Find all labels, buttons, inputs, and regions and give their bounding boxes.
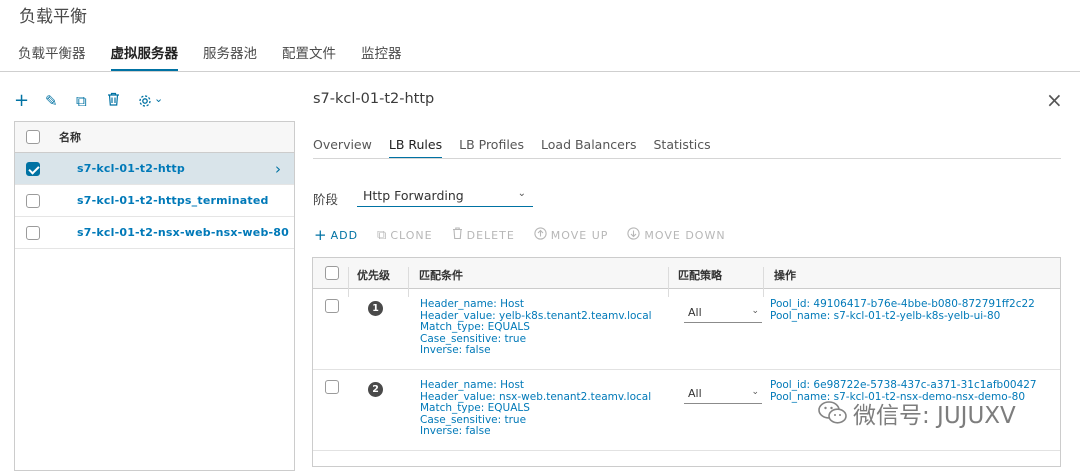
- priority-badge: 2: [368, 382, 383, 397]
- row-checkbox[interactable]: [325, 380, 339, 394]
- tab-statistics[interactable]: Statistics: [653, 137, 710, 159]
- delete-icon: [452, 227, 463, 243]
- phase-select[interactable]: Http Forwarding ⌄: [357, 185, 533, 207]
- virtual-server-name[interactable]: s7-kcl-01-t2-https_terminated: [77, 194, 269, 207]
- move-down-button[interactable]: MOVE DOWN: [627, 226, 725, 244]
- close-icon[interactable]: ×: [1046, 88, 1063, 112]
- tabs-divider: [0, 71, 1080, 72]
- column-action-header: 操作: [774, 269, 796, 282]
- column-priority-header: 优先级: [357, 269, 390, 282]
- row-checkbox[interactable]: [26, 193, 40, 208]
- add-icon[interactable]: +: [14, 90, 45, 111]
- page-title: 负载平衡: [19, 7, 87, 27]
- tab-lb-profiles[interactable]: LB Profiles: [459, 137, 524, 159]
- chevron-down-icon: ⌄: [517, 188, 526, 199]
- add-rule-button[interactable]: + ADD: [314, 226, 358, 244]
- arrow-down-circle-icon: [627, 226, 641, 244]
- virtual-server-list: 名称 s7-kcl-01-t2-http › s7-kcl-01-t2-http…: [14, 121, 295, 471]
- select-all-checkbox[interactable]: [26, 130, 40, 144]
- settings-dropdown[interactable]: ⌄: [138, 92, 164, 108]
- virtual-server-name[interactable]: s7-kcl-01-t2-nsx-web-nsx-web-80: [77, 226, 289, 239]
- arrow-up-circle-icon: [534, 226, 547, 244]
- match-condition: Header_name: Host Header_value: yelb-k8s…: [420, 298, 652, 356]
- tab-monitors[interactable]: 监控器: [361, 42, 402, 72]
- detail-title: s7-kcl-01-t2-http: [313, 91, 435, 107]
- chevron-right-icon[interactable]: ›: [275, 160, 281, 178]
- main-tabs: 负载平衡器 虚拟服务器 服务器池 配置文件 监控器: [18, 42, 427, 72]
- watermark-text: 微信号: JUJUXV: [853, 403, 1016, 429]
- match-strategy-select[interactable]: All ⌄: [684, 384, 762, 404]
- priority-badge: 1: [368, 301, 383, 316]
- list-item[interactable]: s7-kcl-01-t2-http ›: [15, 153, 294, 185]
- virtual-server-name[interactable]: s7-kcl-01-t2-http: [77, 162, 185, 175]
- delete-rule-button[interactable]: DELETE: [452, 227, 515, 243]
- clone-icon[interactable]: ⧉: [76, 92, 107, 110]
- table-header: 优先级 匹配条件 匹配策略 操作: [313, 258, 1060, 297]
- match-strategy-select[interactable]: All ⌄: [684, 303, 762, 323]
- chevron-down-icon: ⌄: [751, 306, 759, 316]
- tab-overview[interactable]: Overview: [313, 137, 372, 159]
- gear-icon: [139, 94, 151, 107]
- detail-tabs: Overview LB Rules LB Profiles Load Balan…: [313, 137, 728, 159]
- wechat-icon: [818, 401, 847, 424]
- clone-rule-button[interactable]: ⧉ CLONE: [377, 228, 433, 243]
- select-all-checkbox[interactable]: [325, 266, 339, 280]
- tab-virtual-servers[interactable]: 虚拟服务器: [110, 42, 178, 72]
- edit-icon[interactable]: ✎: [45, 92, 76, 110]
- rule-action: Pool_id: 49106417-b76e-4bbe-b080-872791f…: [770, 298, 1035, 322]
- chevron-down-icon: ⌄: [154, 92, 164, 105]
- watermark: 微信号: JUJUXV: [818, 396, 1016, 430]
- detail-tabs-divider: [313, 158, 1061, 159]
- phase-value: Http Forwarding: [363, 188, 464, 203]
- row-checkbox[interactable]: [26, 225, 40, 240]
- lb-rules-table: 优先级 匹配条件 匹配策略 操作 1 Header_name: Host Hea…: [312, 257, 1061, 467]
- table-row[interactable]: 1 Header_name: Host Header_value: yelb-k…: [313, 289, 1060, 370]
- list-item[interactable]: s7-kcl-01-t2-https_terminated: [15, 185, 294, 217]
- clone-icon: ⧉: [377, 227, 387, 243]
- list-toolbar: + ✎ ⧉ ⌄: [14, 90, 163, 111]
- tab-load-balancers-detail[interactable]: Load Balancers: [541, 137, 636, 159]
- move-up-button[interactable]: MOVE UP: [534, 226, 609, 244]
- plus-icon: +: [314, 226, 327, 244]
- list-item[interactable]: s7-kcl-01-t2-nsx-web-nsx-web-80: [15, 217, 294, 249]
- tab-lb-rules[interactable]: LB Rules: [388, 137, 443, 159]
- tab-load-balancers[interactable]: 负载平衡器: [18, 42, 86, 72]
- column-match-condition-header: 匹配条件: [419, 269, 463, 282]
- column-match-strategy-header: 匹配策略: [678, 269, 722, 282]
- rule-actions: + ADD ⧉ CLONE DELETE MOVE UP MOVE DOWN: [314, 226, 745, 244]
- row-checkbox[interactable]: [26, 161, 40, 176]
- column-name-header: 名称: [59, 131, 81, 144]
- row-checkbox[interactable]: [325, 299, 339, 313]
- delete-icon[interactable]: [107, 92, 138, 110]
- chevron-down-icon: ⌄: [751, 387, 759, 397]
- match-condition: Header_name: Host Header_value: nsx-web.…: [420, 379, 652, 437]
- list-header: 名称: [15, 122, 294, 153]
- tab-profiles[interactable]: 配置文件: [282, 42, 336, 72]
- phase-label: 阶段: [313, 192, 339, 207]
- tab-server-pools[interactable]: 服务器池: [203, 42, 257, 72]
